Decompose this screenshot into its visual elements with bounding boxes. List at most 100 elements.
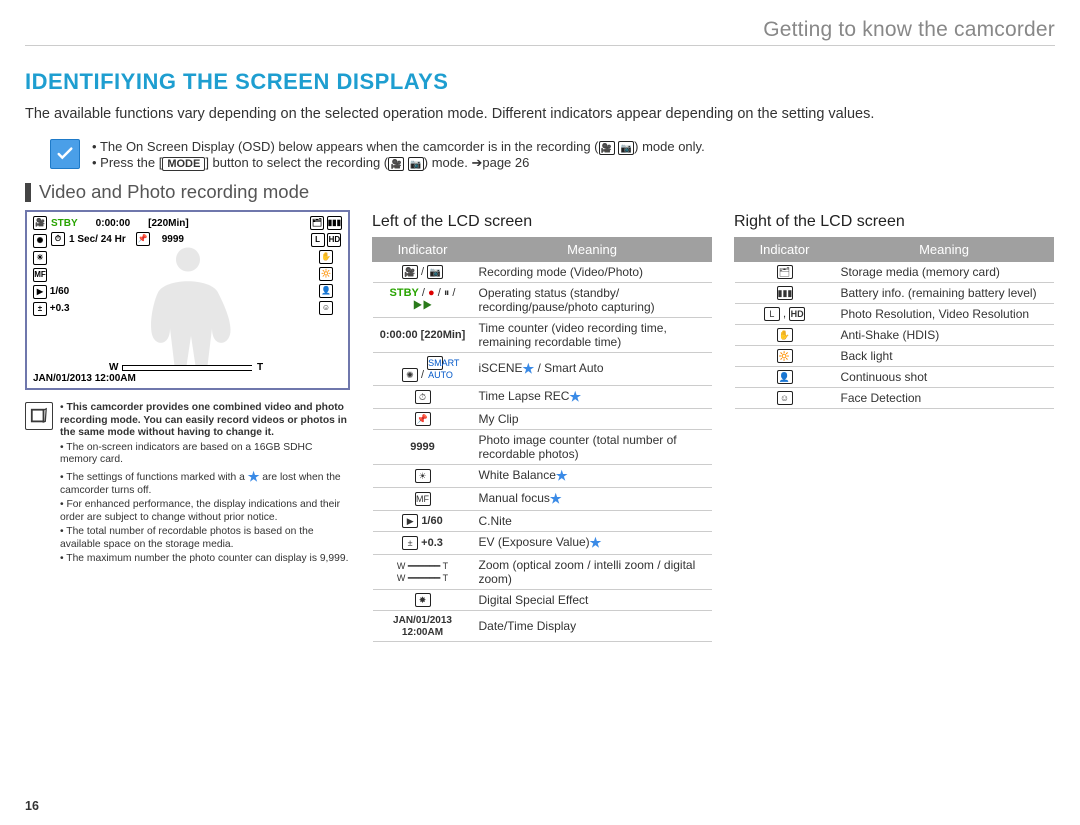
meaning-cell: Photo image counter (total number of rec… bbox=[473, 430, 712, 465]
star-icon: ★ bbox=[248, 469, 260, 484]
table-row: 9999Photo image counter (total number of… bbox=[373, 430, 712, 465]
subheading-bar bbox=[25, 183, 31, 202]
cnite-row: ▶ 1/60 bbox=[33, 285, 69, 299]
table-row: ⏱Time Lapse REC★ bbox=[373, 386, 712, 409]
storage-icon: 🗂 bbox=[310, 216, 324, 230]
note-item: The settings of functions marked with a … bbox=[60, 469, 350, 497]
indicator-cell: W ━━━━━━ TW ━━━━━━ T bbox=[373, 555, 473, 590]
meaning-cell: Battery info. (remaining battery level) bbox=[835, 283, 1054, 304]
lcd-preview: 🎥 STBY 0:00:00 [220Min] ⏱ 1 Sec/ 24 Hr 📌… bbox=[25, 210, 350, 390]
indicator-cell: ▮▮▮ bbox=[735, 283, 835, 304]
photo-icon: 📷 bbox=[618, 141, 634, 155]
table-row: ▶ 1/60C.Nite bbox=[373, 511, 712, 532]
meaning-cell: EV (Exposure Value)★ bbox=[473, 532, 712, 555]
table-row: STBY / ● / ⏸ / ▶▶Operating status (stand… bbox=[373, 283, 712, 318]
left-table-title: Left of the LCD screen bbox=[372, 213, 712, 231]
video-icon: 🎥 bbox=[388, 157, 404, 171]
continuous-icon: 👤 bbox=[319, 284, 333, 298]
meaning-cell: Time Lapse REC★ bbox=[473, 386, 712, 409]
indicator-cell: JAN/01/2013 12:00AM bbox=[373, 611, 473, 642]
mf-icon: MF bbox=[33, 268, 47, 282]
right-indicator-table: Indicator Meaning 🗂Storage media (memory… bbox=[734, 237, 1054, 409]
table-row: MFManual focus★ bbox=[373, 488, 712, 511]
video-icon: 🎥 bbox=[599, 141, 615, 155]
table-row: ▮▮▮Battery info. (remaining battery leve… bbox=[735, 283, 1054, 304]
meaning-cell: White Balance★ bbox=[473, 465, 712, 488]
photo-counter: 9999 bbox=[162, 234, 184, 245]
table-row: 0:00:00 [220Min]Time counter (video reco… bbox=[373, 318, 712, 353]
myclip-icon: 📌 bbox=[136, 232, 150, 246]
star-icon: ★ bbox=[523, 361, 535, 376]
time-counter: 0:00:00 bbox=[96, 218, 130, 229]
photo-icon: 📷 bbox=[408, 157, 424, 171]
res-l-icon: L bbox=[311, 233, 325, 247]
star-icon: ★ bbox=[590, 535, 602, 550]
indicator-cell: ✸ bbox=[373, 590, 473, 611]
res-hd-icon: HD bbox=[327, 233, 341, 247]
indicator-cell: ✺ / SMARTAUTO bbox=[373, 353, 473, 386]
indicator-cell: ⏱ bbox=[373, 386, 473, 409]
page-number: 16 bbox=[25, 799, 39, 813]
note-item: The total number of recordable photos is… bbox=[60, 526, 350, 551]
indicator-cell: ✋ bbox=[735, 325, 835, 346]
indicator-cell: MF bbox=[373, 488, 473, 511]
table-row: ✋Anti-Shake (HDIS) bbox=[735, 325, 1054, 346]
meaning-cell: Anti-Shake (HDIS) bbox=[835, 325, 1054, 346]
indicator-cell: ☀ bbox=[373, 465, 473, 488]
indicator-cell: 👤 bbox=[735, 367, 835, 388]
table-row: ✺ / SMARTAUTOiSCENE★ / Smart Auto bbox=[373, 353, 712, 386]
table-row: 🎥 / 📷Recording mode (Video/Photo) bbox=[373, 262, 712, 283]
meaning-cell: Operating status (standby/ recording/pau… bbox=[473, 283, 712, 318]
note-line: Press the [MODE] button to select the re… bbox=[92, 155, 705, 171]
cnite-icon: ▶ bbox=[33, 285, 47, 299]
indicator-cell: ▶ 1/60 bbox=[373, 511, 473, 532]
star-icon: ★ bbox=[569, 389, 581, 404]
meaning-cell: Storage media (memory card) bbox=[835, 262, 1054, 283]
indicator-cell: L , HD bbox=[735, 304, 835, 325]
meaning-cell: Digital Special Effect bbox=[473, 590, 712, 611]
indicator-cell: 📌 bbox=[373, 409, 473, 430]
lapse-setting: 1 Sec/ 24 Hr bbox=[69, 234, 126, 245]
ev-icon: ± bbox=[33, 302, 47, 316]
face-detect-icon: ☺ bbox=[319, 301, 333, 315]
table-row: ☺Face Detection bbox=[735, 388, 1054, 409]
th-indicator: Indicator bbox=[373, 238, 473, 262]
manual-page: Getting to know the camcorder IDENTIFIYI… bbox=[0, 0, 1080, 825]
table-row: 🗂Storage media (memory card) bbox=[735, 262, 1054, 283]
right-table-title: Right of the LCD screen bbox=[734, 213, 1054, 231]
meaning-cell: iSCENE★ / Smart Auto bbox=[473, 353, 712, 386]
table-row: ✸Digital Special Effect bbox=[373, 590, 712, 611]
note-item: The on-screen indicators are based on a … bbox=[60, 442, 350, 467]
backlight-icon: 🔆 bbox=[319, 267, 333, 281]
intro-text: The available functions vary depending o… bbox=[25, 106, 1055, 122]
indicator-cell: 🔆 bbox=[735, 346, 835, 367]
th-meaning: Meaning bbox=[473, 238, 712, 262]
note-icon bbox=[25, 402, 53, 430]
indicator-cell: 🎥 / 📷 bbox=[373, 262, 473, 283]
table-row: W ━━━━━━ TW ━━━━━━ TZoom (optical zoom /… bbox=[373, 555, 712, 590]
note-box-top: The On Screen Display (OSD) below appear… bbox=[50, 139, 1055, 171]
indicator-cell: 🗂 bbox=[735, 262, 835, 283]
wb-icon: ☀ bbox=[33, 251, 47, 265]
iscene-icon: ✺ bbox=[33, 234, 47, 248]
th-indicator: Indicator bbox=[735, 238, 835, 262]
ev-row: ± +0.3 bbox=[33, 302, 70, 316]
meaning-cell: My Clip bbox=[473, 409, 712, 430]
table-row: 📌My Clip bbox=[373, 409, 712, 430]
table-row: JAN/01/2013 12:00AMDate/Time Display bbox=[373, 611, 712, 642]
table-row: ☀White Balance★ bbox=[373, 465, 712, 488]
remain-time: [220Min] bbox=[148, 218, 189, 229]
video-icon: 🎥 bbox=[33, 216, 47, 230]
indicator-cell: ± +0.3 bbox=[373, 532, 473, 555]
check-icon bbox=[50, 139, 80, 169]
meaning-cell: Photo Resolution, Video Resolution bbox=[835, 304, 1054, 325]
meaning-cell: Time counter (video recording time, rema… bbox=[473, 318, 712, 353]
section-title: IDENTIFIYING THE SCREEN DISPLAYS bbox=[25, 69, 1055, 95]
table-row: 👤Continuous shot bbox=[735, 367, 1054, 388]
indicator-cell: STBY / ● / ⏸ / ▶▶ bbox=[373, 283, 473, 318]
meaning-cell: Recording mode (Video/Photo) bbox=[473, 262, 712, 283]
meaning-cell: Face Detection bbox=[835, 388, 1054, 409]
table-row: L , HDPhoto Resolution, Video Resolution bbox=[735, 304, 1054, 325]
chapter-title: Getting to know the camcorder bbox=[25, 18, 1055, 42]
note-item: This camcorder provides one combined vid… bbox=[60, 402, 350, 440]
